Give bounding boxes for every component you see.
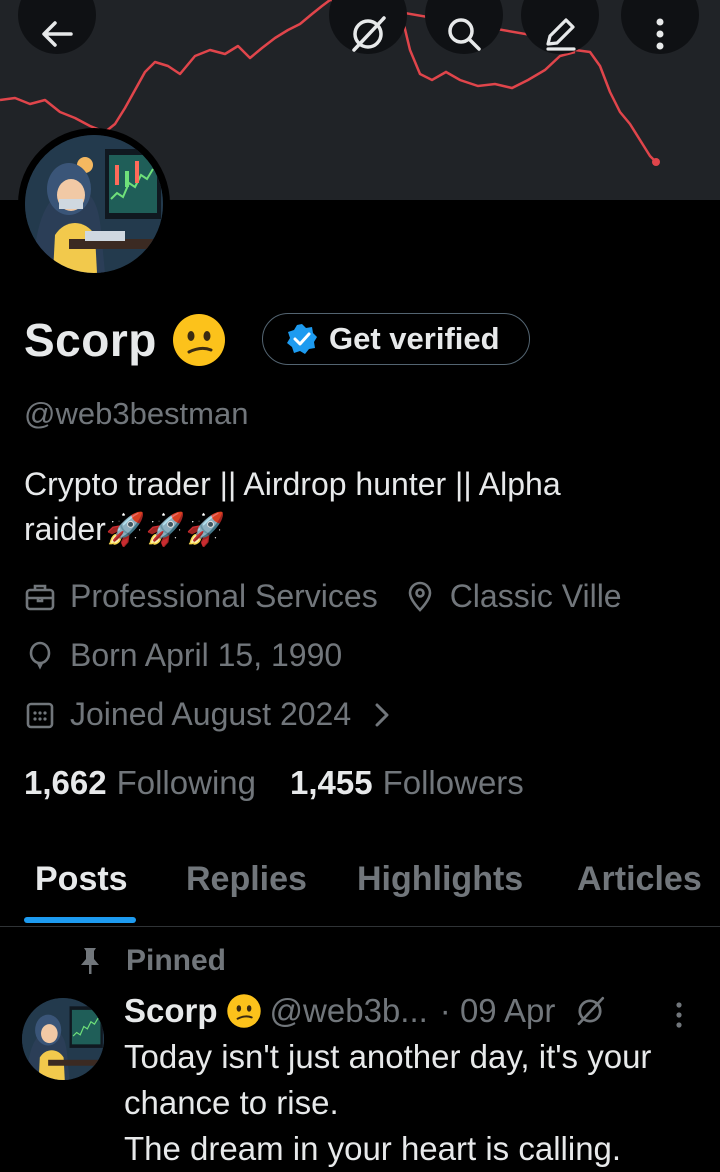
post-text-line-1: Today isn't just another day, it's your — [124, 1038, 652, 1075]
follow-counts: 1,662 Following 1,455 Followers — [24, 764, 524, 802]
bio-line-1: Crypto trader || Airdrop hunter || Alpha — [24, 466, 561, 502]
pinned-indicator: Pinned — [76, 944, 226, 978]
tab-highlights[interactable]: Highlights — [357, 860, 523, 899]
following-label: Following — [116, 764, 256, 801]
post-date[interactable]: · 09 Apr — [440, 992, 556, 1030]
tab-replies[interactable]: Replies — [186, 860, 307, 899]
post-text-line-3: The dream in your heart is calling. — [124, 1130, 622, 1167]
chevron-right-icon — [375, 703, 389, 726]
calendar-icon — [26, 702, 54, 728]
search-icon — [448, 18, 481, 51]
followers-count: 1,455 — [290, 764, 373, 801]
grok-icon — [352, 16, 386, 52]
followers-label: Followers — [382, 764, 524, 801]
post-avatar-illustration — [22, 998, 104, 1080]
post-author-handle[interactable]: @web3b... — [270, 992, 428, 1030]
briefcase-icon — [25, 584, 55, 610]
profile-joined: Joined August 2024 — [70, 696, 352, 732]
balloon-icon — [29, 641, 51, 670]
profile-name-row: Scorp — [24, 312, 227, 368]
back-arrow-icon — [42, 21, 73, 47]
profile-handle: @web3bestman — [24, 396, 249, 431]
pinned-label: Pinned — [126, 944, 227, 977]
grok-icon[interactable] — [573, 994, 607, 1028]
profile-avatar[interactable] — [18, 128, 170, 280]
confused-face-emoji-icon — [172, 314, 225, 366]
profile-bio: Crypto trader || Airdrop hunter || Alpha… — [24, 462, 704, 552]
tabs-divider — [0, 926, 720, 927]
followers-link[interactable]: 1,455 Followers — [290, 764, 524, 802]
profile-location: Classic Ville — [449, 578, 622, 614]
tab-posts[interactable]: Posts — [35, 860, 128, 899]
get-verified-button[interactable]: Get verified — [262, 313, 530, 365]
profile-joined-row[interactable]: Joined August 2024 — [24, 696, 409, 733]
post-author-name[interactable]: Scorp — [124, 992, 218, 1030]
pin-icon — [81, 948, 99, 974]
get-verified-label: Get verified — [329, 321, 500, 356]
following-link[interactable]: 1,662 Following — [24, 764, 256, 802]
tab-articles[interactable]: Articles — [577, 860, 702, 899]
edit-icon — [546, 18, 576, 51]
bio-line-2: raider🚀🚀🚀 — [24, 511, 226, 547]
profile-birthday: Born April 15, 1990 — [70, 637, 343, 673]
post-more-button[interactable] — [664, 1000, 694, 1035]
profile-name: Scorp — [24, 314, 157, 366]
confused-face-emoji-icon — [226, 994, 261, 1028]
post-author-avatar[interactable] — [22, 998, 104, 1080]
following-count: 1,662 — [24, 764, 107, 801]
profile-tabs: Posts Replies Highlights Articles — [0, 850, 720, 926]
verified-badge-icon — [287, 324, 317, 354]
active-tab-indicator — [24, 917, 136, 923]
more-vertical-icon — [656, 18, 664, 50]
location-pin-icon — [408, 581, 431, 612]
profile-meta-row-1: Professional Services Classic Ville — [24, 578, 622, 615]
post-text-line-2: chance to rise. — [124, 1084, 339, 1121]
avatar-illustration — [25, 135, 163, 273]
profile-category: Professional Services — [70, 578, 378, 614]
post-body[interactable]: Today isn't just another day, it's your … — [124, 1034, 714, 1172]
more-vertical-icon — [676, 1002, 682, 1028]
post-header: Scorp @web3b... · 09 Apr — [124, 992, 607, 1030]
profile-meta-row-2: Born April 15, 1990 — [24, 637, 342, 674]
